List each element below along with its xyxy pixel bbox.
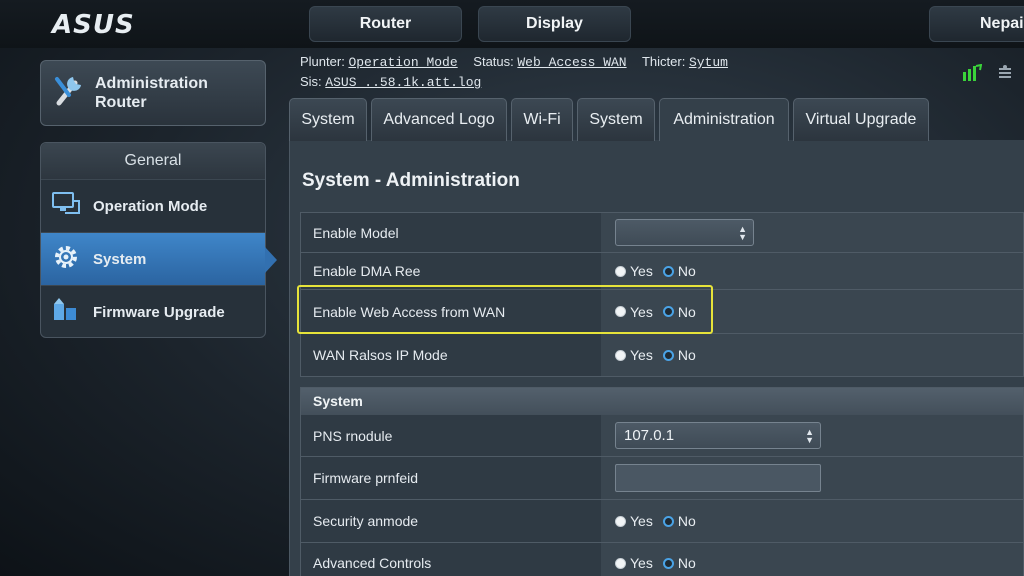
sidebar-item-label: Operation Mode	[93, 197, 208, 215]
tools-icon	[53, 73, 85, 114]
asus-logo: ASUS	[52, 10, 135, 40]
log-link[interactable]: ASUS ..58.1k.att.log	[325, 75, 481, 90]
tab-virtual-upgrade[interactable]: Virtual Upgrade	[793, 98, 929, 141]
page-title: System - Administration	[302, 170, 520, 191]
enable-model-select[interactable]: ▲ ▼	[615, 219, 754, 246]
radio-yes[interactable]	[615, 515, 626, 527]
status-link[interactable]: Web Access WAN	[517, 55, 626, 70]
row-label: WAN Ralsos IP Mode	[301, 334, 601, 376]
row-label: Enable Model	[301, 213, 601, 252]
sidebar-menu: General Operation Mode System Firmware U…	[40, 142, 277, 338]
table-row: Enable Model ▲ ▼	[301, 213, 1023, 253]
sidebar-item-operation-mode[interactable]: Operation Mode	[41, 179, 265, 232]
radio-no[interactable]	[662, 349, 674, 361]
firmware-upgrade-icon	[51, 296, 81, 328]
highlight-box	[297, 285, 713, 334]
tab-wifi[interactable]: Wi-Fi	[511, 98, 573, 141]
header-label: Thicter:	[641, 54, 686, 69]
row-label: Advanced Controls	[301, 543, 601, 576]
radio-no[interactable]	[662, 515, 674, 527]
admin-router-button[interactable]: Administration Router	[40, 60, 266, 126]
table-row: Firmware prnfeid	[301, 457, 1023, 500]
table-row: Advanced Controls Yes No	[301, 543, 1023, 576]
operation-mode-link[interactable]: Operation Mode	[348, 55, 457, 70]
header-label: Plunter:	[300, 54, 345, 69]
table-row: Security anmode Yes No	[301, 500, 1023, 543]
pns-module-select[interactable]: 107.0.1 ▲ ▼	[615, 422, 821, 449]
row-label: Enable DMA Ree	[301, 253, 601, 289]
tab-system[interactable]: System	[289, 98, 367, 141]
row-label: Firmware prnfeid	[301, 457, 601, 499]
usb-icon[interactable]	[996, 64, 1014, 87]
header-label: Status:	[473, 54, 514, 69]
radio-label: No	[677, 513, 696, 529]
table-row: WAN Ralsos IP Mode Yes No	[301, 334, 1023, 376]
radio-yes[interactable]	[615, 349, 626, 361]
firmware-text-input[interactable]	[615, 464, 821, 492]
system-settings-table: System PNS rnodule 107.0.1 ▲ ▼ Firmware p…	[300, 387, 1024, 576]
header-label: Sis:	[300, 74, 322, 89]
radio-yes[interactable]	[615, 557, 626, 569]
radio-no[interactable]	[662, 265, 674, 277]
radio-yes[interactable]	[615, 265, 626, 277]
radio-label: Yes	[630, 347, 653, 363]
top-tab-router[interactable]: Router	[309, 6, 462, 42]
sidebar-item-firmware-upgrade[interactable]: Firmware Upgrade	[41, 285, 265, 338]
radio-label: No	[677, 555, 696, 571]
table-row: PNS rnodule 107.0.1 ▲ ▼	[301, 415, 1023, 457]
thicter-link[interactable]: Sytum	[689, 55, 728, 70]
sidebar-section-title: General	[41, 143, 265, 179]
radio-label: Yes	[630, 263, 653, 279]
admin-subtitle: Router	[95, 94, 147, 111]
radio-label: No	[677, 347, 696, 363]
monitor-network-icon	[51, 191, 81, 221]
tab-advanced-logo[interactable]: Advanced Logo	[371, 98, 507, 141]
sidebar-item-label: Firmware Upgrade	[93, 303, 225, 321]
top-tab-nepail[interactable]: Nepail	[929, 6, 1024, 42]
section-header: System	[301, 388, 1023, 415]
top-tab-display[interactable]: Display	[478, 6, 631, 42]
sidebar-item-label: System	[93, 250, 147, 268]
header-icons	[962, 63, 1014, 87]
network-status-icon[interactable]	[962, 63, 983, 87]
select-value: 107.0.1	[624, 427, 675, 444]
sidebar-item-system[interactable]: System	[41, 232, 277, 285]
row-label: PNS rnodule	[301, 415, 601, 456]
radio-no[interactable]	[662, 557, 674, 569]
admin-title: Administration	[95, 75, 208, 92]
radio-label: No	[677, 263, 696, 279]
tab-administration[interactable]: Administration	[659, 98, 789, 141]
row-label: Security anmode	[301, 500, 601, 542]
select-arrows-icon: ▲ ▼	[805, 426, 814, 445]
gear-icon	[51, 242, 81, 276]
tab-system-2[interactable]: System	[577, 98, 655, 141]
header-info: Plunter: Operation Mode Status: Web Acce…	[300, 52, 740, 92]
radio-label: Yes	[630, 513, 653, 529]
radio-label: Yes	[630, 555, 653, 571]
select-arrows-icon: ▲ ▼	[738, 223, 747, 242]
